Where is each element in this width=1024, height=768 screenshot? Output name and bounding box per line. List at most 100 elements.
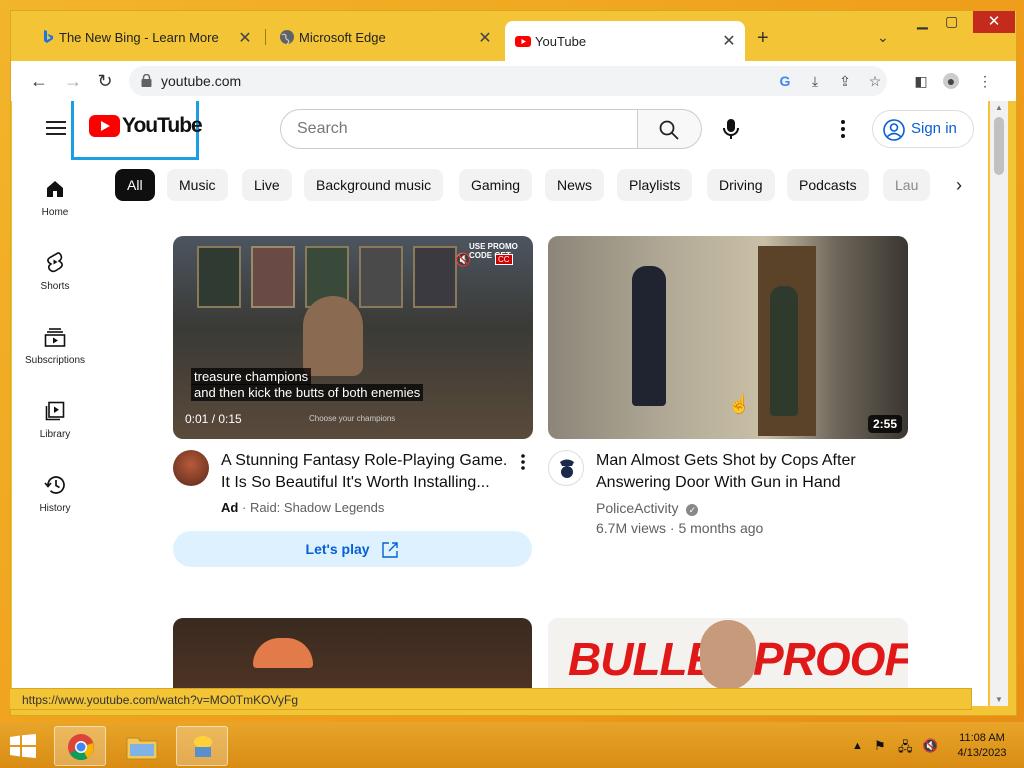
more-vert-icon[interactable]	[840, 119, 846, 139]
cta-label: Let's play	[305, 541, 370, 557]
channel-name[interactable]: Raid: Shadow Legends	[250, 500, 384, 515]
subtitle-line: and then kick the butts of both enemies	[191, 384, 424, 401]
lock-icon	[141, 74, 152, 87]
chip-live[interactable]: Live	[242, 169, 292, 201]
cc-icon[interactable]: CC	[495, 254, 513, 265]
video-thumbnail-raid[interactable]: USE PROMO CODE GET 🔇 CC treasure champio…	[173, 236, 533, 439]
action-center-flag-icon[interactable]: ⚑	[874, 738, 886, 754]
bookmark-star-icon[interactable]: ☆	[867, 73, 883, 89]
person-figure	[770, 286, 798, 416]
taskbar-file-explorer[interactable]	[116, 726, 168, 766]
sidebar-label: Library	[39, 429, 71, 440]
browser-toolbar: ← → ↻ youtube.com G ⤓ ⇪ ☆ ◧ ● ⋮	[11, 61, 1016, 101]
tab-new-bing[interactable]: The New Bing - Learn More ✕	[33, 23, 261, 51]
sidebar-label: Shorts	[40, 281, 70, 292]
page-scrollbar[interactable]: ▲ ▼	[990, 101, 1008, 706]
tray-expand-icon[interactable]: ▲	[852, 740, 863, 752]
address-bar[interactable]: youtube.com G ⤓ ⇪ ☆	[129, 66, 887, 96]
sidebar-item-subscriptions[interactable]: Subscriptions	[12, 327, 98, 366]
close-tab-icon[interactable]: ✕	[721, 31, 737, 51]
video-thumbnail-police[interactable]: ☝ 2:55	[548, 236, 908, 439]
chip-music[interactable]: Music	[167, 169, 228, 201]
chrome-icon	[68, 734, 94, 761]
folder-icon	[126, 737, 158, 760]
video-more-icon[interactable]	[520, 453, 526, 471]
sidebar-item-home[interactable]: Home	[12, 179, 98, 218]
volume-muted-icon[interactable]: 🔇	[922, 738, 938, 754]
chip-background-music[interactable]: Background music	[304, 169, 444, 201]
chip-driving[interactable]: Driving	[707, 169, 775, 201]
video-duration: 2:55	[867, 415, 902, 433]
close-tab-icon[interactable]: ✕	[477, 28, 493, 48]
tab-label: The New Bing - Learn More	[59, 29, 219, 45]
youtube-logo[interactable]: YouTube	[71, 101, 203, 160]
forward-arrow-icon[interactable]: →	[61, 69, 85, 93]
browser-window: The New Bing - Learn More ✕ Microsoft Ed…	[10, 10, 1017, 716]
sidebar-item-history[interactable]: History	[12, 475, 98, 514]
windows-start-icon[interactable]	[10, 734, 36, 758]
clock-date: 4/13/2023	[957, 747, 1007, 759]
back-arrow-icon[interactable]: ←	[27, 69, 51, 93]
subscriptions-icon	[44, 328, 66, 347]
minimize-icon[interactable]: ▁	[917, 13, 928, 30]
sidebar-item-shorts[interactable]: Shorts	[12, 251, 98, 292]
officer-figure	[632, 266, 666, 406]
tab-youtube[interactable]: YouTube ✕	[505, 21, 745, 61]
tab-microsoft-edge[interactable]: Microsoft Edge ✕	[273, 23, 501, 51]
title-line: Man Almost Gets Shot by Cops After	[596, 452, 856, 469]
sign-in-label: Sign in	[911, 120, 957, 137]
side-panel-icon[interactable]: ◧	[913, 73, 929, 89]
chip-playlists[interactable]: Playlists	[617, 169, 693, 201]
chip-podcasts[interactable]: Podcasts	[787, 169, 869, 201]
profile-avatar-icon[interactable]: ●	[943, 73, 959, 89]
reload-icon[interactable]: ↻	[93, 69, 117, 93]
sign-in-button[interactable]: Sign in	[872, 110, 974, 148]
account-circle-icon	[883, 119, 905, 141]
search-input[interactable]	[280, 109, 638, 149]
share-icon[interactable]: ⇪	[837, 73, 853, 89]
maximize-icon[interactable]: ▢	[945, 13, 958, 30]
chip-all[interactable]: All	[115, 169, 155, 201]
close-tab-icon[interactable]: ✕	[237, 28, 253, 48]
chevron-right-icon[interactable]: ›	[956, 175, 962, 196]
sidebar-item-library[interactable]: Library	[12, 401, 98, 440]
chip-news[interactable]: News	[545, 169, 605, 201]
channel-avatar[interactable]	[173, 450, 209, 486]
chip-gaming[interactable]: Gaming	[459, 169, 533, 201]
taskbar-app[interactable]	[176, 726, 228, 766]
search-button[interactable]	[638, 109, 702, 149]
history-icon	[44, 476, 65, 494]
video-title[interactable]: A Stunning Fantasy Role-Playing Game. It…	[221, 450, 507, 494]
scroll-up-icon[interactable]: ▲	[995, 103, 1003, 112]
tab-search-chevron-icon[interactable]: ⌄	[877, 29, 889, 46]
google-icon[interactable]: G	[777, 73, 793, 89]
mute-icon[interactable]: 🔇	[455, 252, 471, 268]
hamburger-menu-icon[interactable]	[46, 121, 66, 135]
install-icon[interactable]: ⤓	[807, 73, 823, 89]
chip-lau[interactable]: Lau	[883, 169, 931, 201]
taskbar-chrome[interactable]	[54, 726, 106, 766]
view-stats: 6.7M views · 5 months ago	[596, 520, 764, 536]
browser-menu-icon[interactable]: ⋮	[977, 73, 993, 89]
video-title[interactable]: Man Almost Gets Shot by Cops After Answe…	[596, 450, 856, 494]
clock[interactable]: 11:08 AM 4/13/2023	[952, 732, 1012, 759]
channel-avatar[interactable]	[548, 450, 584, 486]
new-tab-plus-icon[interactable]: +	[757, 27, 769, 50]
thumb-text-proof: PROOF?	[753, 633, 908, 685]
tab-label: YouTube	[535, 33, 587, 49]
bing-icon	[44, 30, 53, 43]
scrollbar-thumb[interactable]	[994, 117, 1004, 175]
tab-label: Microsoft Edge	[299, 29, 386, 45]
channel-name[interactable]: PoliceActivity	[596, 500, 678, 516]
microphone-icon[interactable]	[720, 117, 742, 141]
network-icon[interactable]: 🖧	[898, 738, 913, 760]
scroll-down-icon[interactable]: ▼	[995, 695, 1003, 704]
title-line: It Is So Beautiful It's Worth Installing…	[221, 474, 490, 491]
shorts-icon	[47, 252, 63, 273]
warrior-figure	[303, 296, 363, 376]
lets-play-button[interactable]: Let's play	[173, 531, 532, 567]
search-icon	[659, 120, 679, 140]
lamp-shape	[253, 638, 313, 668]
close-window-icon[interactable]: ✕	[973, 11, 1015, 33]
separator: ·	[241, 500, 247, 515]
